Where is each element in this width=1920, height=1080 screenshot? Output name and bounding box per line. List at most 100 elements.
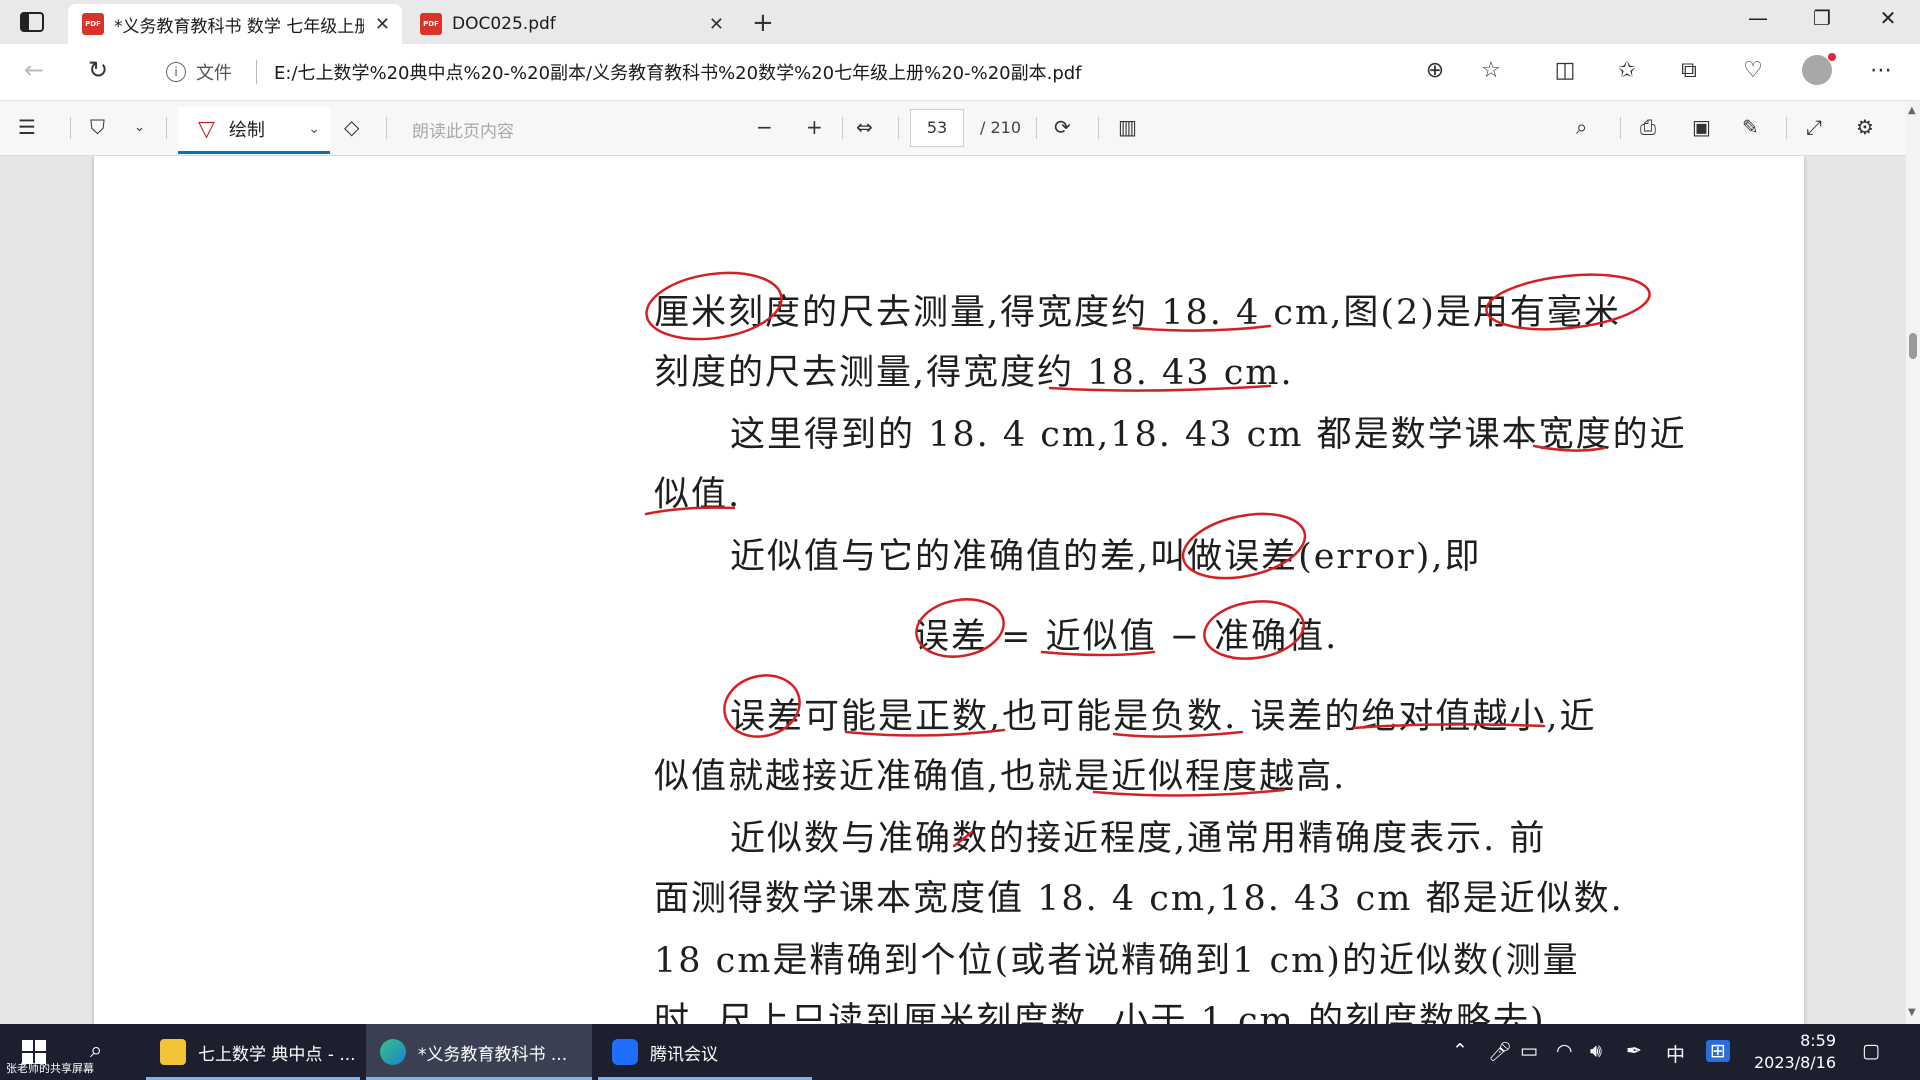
settings-gear-icon[interactable]: ⚙: [1856, 115, 1874, 139]
scroll-up-icon[interactable]: ▲: [1908, 105, 1916, 116]
collections-icon[interactable]: ⧉: [1674, 58, 1704, 83]
save-as-icon[interactable]: ✎: [1742, 115, 1759, 139]
divider: [70, 117, 71, 139]
text-line: 18 cm是精确到个位(或者说精确到1 cm)的近似数(测量: [654, 941, 1580, 981]
minimize-icon[interactable]: —: [1738, 6, 1778, 30]
clock[interactable]: 8:59 2023/8/16: [1754, 1030, 1836, 1074]
pdf-icon: PDF: [82, 13, 104, 35]
new-tab-icon[interactable]: +: [752, 8, 774, 38]
microphone-icon[interactable]: 🎤︎: [1488, 1040, 1512, 1063]
notification-center-icon[interactable]: ▢: [1862, 1040, 1880, 1062]
favorite-star-icon[interactable]: ☆: [1476, 58, 1506, 83]
text-line: 近似数与准确数的接近程度,通常用精确度表示. 前: [730, 819, 1547, 859]
divider: [842, 117, 843, 139]
scrollbar-thumb[interactable]: [1909, 333, 1917, 359]
chevron-down-icon[interactable]: ⌄: [134, 120, 145, 135]
tab-actions-icon[interactable]: [18, 10, 46, 34]
taskbar-app-tencent-meeting[interactable]: 腾讯会议: [598, 1024, 812, 1080]
chevron-down-icon[interactable]: ⌄: [308, 121, 320, 137]
contents-icon[interactable]: ☰: [18, 115, 36, 139]
scroll-down-icon[interactable]: ▼: [1908, 1007, 1916, 1018]
screen-share-label: 张老师的共享屏幕: [6, 1062, 94, 1075]
show-hidden-icons-icon[interactable]: ⌃: [1452, 1040, 1468, 1062]
more-icon[interactable]: ⋯: [1866, 58, 1896, 83]
taskbar-app-label: 腾讯会议: [650, 1044, 718, 1065]
pdf-page: 厘米刻度的尺去测量,得宽度约 18. 4 cm,图(2)是用有毫米 刻度的尺去测…: [94, 156, 1804, 1024]
text-line: 似值就越接近准确值,也就是近似程度越高.: [654, 757, 1347, 797]
close-tab-icon[interactable]: ✕: [709, 14, 724, 35]
tab-strip: PDF *义务教育教科书 数学 七年级上册 ✕ PDF DOC025.pdf ✕…: [0, 0, 1920, 44]
divider: [898, 117, 899, 139]
divider: [1620, 117, 1621, 139]
text-line: 近似值与它的准确值的差,叫做误差(error),即: [730, 537, 1482, 577]
close-tab-icon[interactable]: ✕: [375, 14, 390, 35]
tab-title: *义务教育教科书 数学 七年级上册: [114, 16, 364, 37]
fit-width-icon[interactable]: ⇔: [856, 115, 873, 139]
pdf-icon: PDF: [420, 13, 442, 35]
split-screen-icon[interactable]: ◫: [1550, 58, 1580, 83]
page-view-icon[interactable]: ▥: [1118, 115, 1137, 139]
highlight-icon[interactable]: ⛉: [90, 115, 105, 139]
vertical-scrollbar[interactable]: ▲ ▼: [1906, 101, 1920, 1024]
text-line: 时, 尺上只读到厘米刻度数, 小于 1 cm 的刻度数略去): [654, 1001, 1546, 1024]
refresh-icon[interactable]: ↻: [88, 56, 108, 84]
taskbar-app-explorer[interactable]: 七上数学 典中点 - ...: [146, 1024, 360, 1080]
zoom-out-icon[interactable]: −: [756, 115, 773, 139]
zoom-icon[interactable]: ⊕: [1420, 58, 1450, 83]
pdf-toolbar: ☰ ⛉ ⌄ ▽ 绘制 ⌄ ◇ 朗读此页内容 − + ⇔ 53 / 210 ⟳ ▥…: [0, 101, 1920, 156]
tencent-meeting-icon: [612, 1039, 638, 1065]
clock-date: 2023/8/16: [1754, 1053, 1837, 1072]
edge-icon: [380, 1039, 406, 1065]
taskbar-app-label: *义务教育教科书 ...: [418, 1044, 568, 1065]
page-number-input[interactable]: 53: [910, 109, 964, 147]
divider: [1786, 117, 1787, 139]
divider: [1098, 117, 1099, 139]
wifi-icon[interactable]: ◠: [1556, 1040, 1573, 1062]
text-line: 误差可能是正数,也可能是负数. 误差的绝对值越小,近: [730, 697, 1597, 737]
address-bar: ← ↻ i 文件 E:/七上数学%20典中点%20-%20副本/义务教育教科书%…: [0, 44, 1920, 101]
divider: [1036, 117, 1037, 139]
site-label: 文件: [196, 63, 232, 84]
volume-icon[interactable]: 🔊︎: [1590, 1040, 1602, 1062]
zoom-in-icon[interactable]: +: [806, 115, 823, 139]
divider: [166, 117, 167, 139]
eraser-icon[interactable]: ◇: [344, 115, 359, 139]
draw-button[interactable]: ▽ 绘制 ⌄: [178, 107, 330, 154]
back-icon[interactable]: ←: [24, 56, 44, 84]
tab-title: DOC025.pdf: [452, 14, 556, 34]
pen-input-icon[interactable]: ✒: [1626, 1040, 1642, 1062]
url-field[interactable]: E:/七上数学%20典中点%20-%20副本/义务教育教科书%20数学%20七年…: [274, 59, 1082, 85]
ime-mode-icon[interactable]: ⊞: [1706, 1040, 1730, 1062]
taskbar-app-label: 七上数学 典中点 - ...: [198, 1044, 356, 1065]
ime-indicator[interactable]: 中: [1666, 1040, 1685, 1067]
text-line: 厘米刻度的尺去测量,得宽度约 18. 4 cm,图(2)是用有毫米: [654, 293, 1621, 333]
text-line: 这里得到的 18. 4 cm,18. 43 cm 都是数学课本宽度的近: [730, 415, 1687, 455]
browser-essentials-icon[interactable]: ♡: [1738, 58, 1768, 83]
divider: [386, 117, 387, 139]
favorites-icon[interactable]: ✩: [1612, 58, 1642, 83]
profile-avatar[interactable]: [1802, 53, 1836, 85]
save-icon[interactable]: ▣: [1692, 115, 1711, 139]
restore-icon[interactable]: ❐: [1802, 6, 1842, 30]
formula-line: 误差 = 近似值 − 准确值.: [914, 617, 1339, 657]
tab-textbook[interactable]: PDF *义务教育教科书 数学 七年级上册 ✕: [68, 4, 402, 44]
search-icon[interactable]: ⌕: [1576, 115, 1587, 139]
folder-icon: [160, 1039, 186, 1065]
taskbar: ⌕ 七上数学 典中点 - ... *义务教育教科书 ... 腾讯会议 ⌃ 🎤︎ …: [0, 1024, 1920, 1080]
tab-doc025[interactable]: PDF DOC025.pdf ✕: [406, 4, 736, 44]
taskbar-app-edge[interactable]: *义务教育教科书 ...: [366, 1024, 592, 1080]
print-icon[interactable]: ⎙: [1640, 115, 1656, 139]
battery-icon[interactable]: ▭: [1520, 1040, 1538, 1062]
site-info-button[interactable]: i 文件: [166, 59, 232, 85]
text-line: 面测得数学课本宽度值 18. 4 cm,18. 43 cm 都是近似数.: [654, 879, 1624, 919]
pen-icon: ▽: [198, 116, 215, 142]
divider: [256, 60, 257, 84]
page-total: / 210: [980, 118, 1022, 137]
rotate-icon[interactable]: ⟳: [1054, 115, 1071, 139]
document-viewer: 厘米刻度的尺去测量,得宽度约 18. 4 cm,图(2)是用有毫米 刻度的尺去测…: [0, 156, 1906, 1024]
read-aloud-button[interactable]: 朗读此页内容: [412, 117, 514, 142]
clock-time: 8:59: [1800, 1031, 1837, 1050]
close-window-icon[interactable]: ✕: [1868, 6, 1908, 30]
draw-label: 绘制: [228, 120, 265, 141]
fullscreen-icon[interactable]: ⤢: [1806, 115, 1822, 139]
